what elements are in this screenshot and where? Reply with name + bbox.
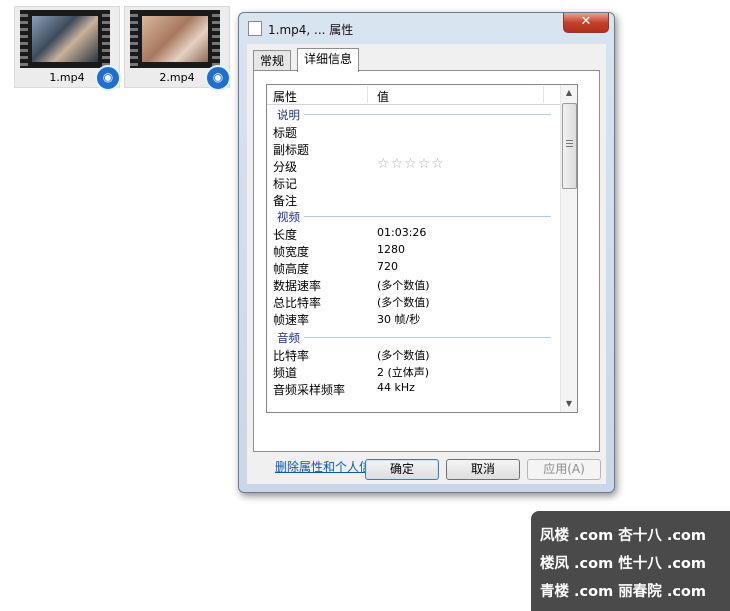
- scroll-up-arrow-icon[interactable]: ▲: [561, 85, 577, 101]
- dialog-title: 1.mp4, ... 属性: [268, 23, 354, 37]
- group-header-audio: 音频: [267, 328, 561, 346]
- title-bar[interactable]: 1.mp4, ... 属性 ✕: [239, 13, 614, 43]
- file-name: 1.mp4: [49, 71, 85, 84]
- film-sprocket: [102, 10, 110, 68]
- file-tile-2[interactable]: ◉ 2.mp4: [124, 6, 231, 91]
- property-value: 2 (立体声): [377, 366, 430, 379]
- film-sprocket: [20, 10, 28, 68]
- property-rows: 说明 标题 副标题 分级 ☆☆☆☆☆ 标记 备注 视频 长度 01:03:26 …: [267, 105, 561, 397]
- star-icon[interactable]: ☆: [431, 156, 444, 172]
- group-label: 视频: [277, 209, 304, 225]
- list-item[interactable]: 音频采样频率 44 kHz: [267, 379, 561, 397]
- file-tile-1[interactable]: ◉ 1.mp4: [14, 6, 121, 91]
- list-item[interactable]: 帧宽度 1280: [267, 241, 561, 259]
- column-header-value[interactable]: 值: [377, 88, 389, 105]
- properties-dialog: 1.mp4, ... 属性 ✕ 常规 详细信息 属性 值 说明 标题 副标题 分…: [238, 12, 615, 493]
- group-divider: [301, 216, 551, 217]
- watermark-line: 楼凤 .com 性十八 .com: [540, 556, 706, 572]
- column-header-property[interactable]: 属性: [273, 88, 297, 105]
- ok-button[interactable]: 确定: [365, 459, 439, 480]
- star-icon[interactable]: ☆: [377, 156, 390, 172]
- tab-details[interactable]: 详细信息: [297, 48, 360, 72]
- group-label: 音频: [277, 330, 304, 346]
- list-item[interactable]: 帧速率 30 帧/秒: [267, 309, 561, 327]
- vertical-scrollbar[interactable]: ▲ ▼: [560, 85, 577, 412]
- list-item[interactable]: 长度 01:03:26: [267, 224, 561, 242]
- list-item[interactable]: 分级 ☆☆☆☆☆: [267, 156, 561, 174]
- list-item[interactable]: 总比特率 (多个数值): [267, 292, 561, 310]
- cancel-button[interactable]: 取消: [446, 459, 520, 480]
- column-divider: [543, 86, 544, 103]
- list-item[interactable]: 频道 2 (立体声): [267, 362, 561, 380]
- column-divider[interactable]: [367, 86, 368, 103]
- property-value: 1280: [377, 243, 405, 256]
- group-divider: [301, 114, 551, 115]
- property-value: (多个数值): [377, 349, 430, 362]
- star-icon[interactable]: ☆: [404, 156, 417, 172]
- file-name: 2.mp4: [159, 71, 195, 84]
- list-item[interactable]: 比特率 (多个数值): [267, 345, 561, 363]
- video-thumbnail: [20, 10, 110, 68]
- tab-general[interactable]: 常规: [253, 50, 292, 71]
- star-icon[interactable]: ☆: [418, 156, 431, 172]
- property-name: 帧速率: [273, 313, 310, 327]
- video-frame: [32, 16, 98, 62]
- document-icon: [248, 21, 262, 36]
- list-item[interactable]: 标题: [267, 122, 561, 140]
- group-header-description: 说明: [267, 105, 561, 123]
- property-name: 音频采样频率: [273, 383, 346, 397]
- list-header: 属性 值: [267, 85, 561, 105]
- list-item[interactable]: 数据速率 (多个数值): [267, 275, 561, 293]
- film-sprocket: [212, 10, 220, 68]
- group-label: 说明: [277, 107, 304, 123]
- property-value: 30 帧/秒: [377, 313, 421, 326]
- list-item[interactable]: 副标题: [267, 139, 561, 157]
- list-item[interactable]: 帧高度 720: [267, 258, 561, 276]
- video-frame: [142, 16, 208, 62]
- property-value: 44 kHz: [377, 381, 415, 394]
- property-value: 01:03:26: [377, 226, 427, 239]
- apply-button[interactable]: 应用(A): [527, 459, 601, 480]
- rating-stars[interactable]: ☆☆☆☆☆: [377, 156, 445, 172]
- list-item[interactable]: 标记: [267, 173, 561, 191]
- star-icon[interactable]: ☆: [391, 156, 404, 172]
- grip-icon: [566, 140, 573, 149]
- property-list[interactable]: 属性 值 说明 标题 副标题 分级 ☆☆☆☆☆ 标记 备注 视频 长度 01:0…: [266, 84, 578, 413]
- scroll-down-arrow-icon[interactable]: ▼: [561, 396, 577, 412]
- property-value: (多个数值): [377, 296, 430, 309]
- watermark-line: 青楼 .com 丽春院 .com: [540, 584, 706, 600]
- property-value: 720: [377, 260, 398, 273]
- close-button[interactable]: ✕: [563, 13, 609, 33]
- watermark: 凤楼 .com 杏十八 .com 楼凤 .com 性十八 .com 青楼 .co…: [531, 511, 730, 611]
- watermark-line: 凤楼 .com 杏十八 .com: [540, 528, 706, 544]
- group-divider: [301, 337, 551, 338]
- list-item[interactable]: 备注: [267, 190, 561, 208]
- dialog-client: 常规 详细信息 属性 值 说明 标题 副标题 分级 ☆☆☆☆☆ 标记 备注 视频…: [247, 44, 606, 484]
- property-value: (多个数值): [377, 279, 430, 292]
- details-panel: 属性 值 说明 标题 副标题 分级 ☆☆☆☆☆ 标记 备注 视频 长度 01:0…: [253, 70, 600, 474]
- video-thumbnail: [130, 10, 220, 68]
- scrollbar-thumb[interactable]: [562, 103, 577, 189]
- group-header-video: 视频: [267, 207, 561, 225]
- film-sprocket: [130, 10, 138, 68]
